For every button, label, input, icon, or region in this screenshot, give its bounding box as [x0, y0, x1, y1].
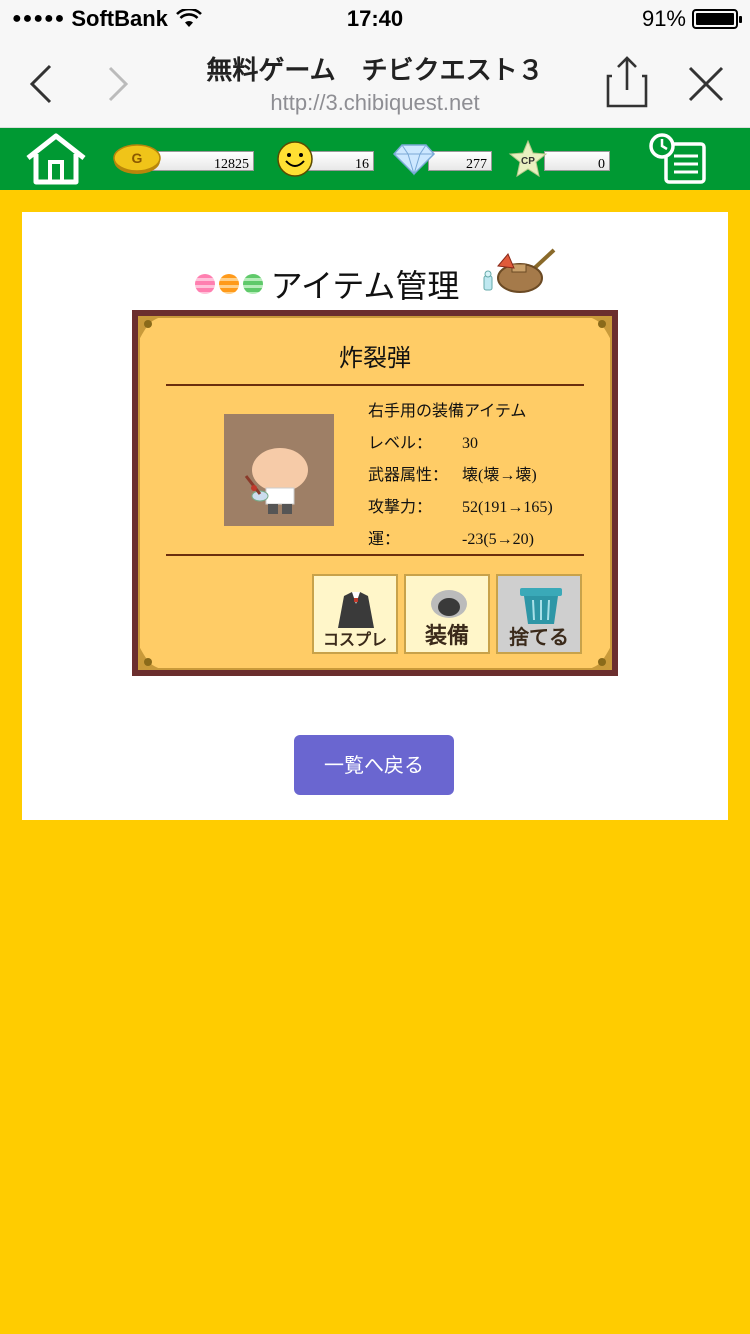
suit-icon [338, 592, 374, 628]
stat-value: 壊(壊→壊) [462, 467, 537, 484]
cosplay-button[interactable]: コスプレ [312, 574, 398, 654]
gold-coin-icon: G [113, 144, 161, 174]
stat-row-luck: 運： -23(5→20) [368, 524, 598, 556]
stat-row-attribute: 武器属性： 壊(壊→壊) [368, 460, 598, 492]
stat-label: 運： [368, 531, 401, 548]
svg-text:CP: CP [521, 156, 535, 167]
ornament-corner-icon [138, 644, 164, 670]
trash-basket-icon [520, 588, 562, 624]
browser-nav-bar: 無料ゲーム チビクエスト３ http://3.chibiquest.net [0, 40, 750, 128]
home-icon[interactable] [24, 132, 88, 186]
macaron-decoration-icon [194, 274, 263, 294]
stat-value: 52(191→165) [462, 499, 553, 516]
battery-percent: 91% [641, 6, 686, 31]
item-description: 右手用の装備アイテム [368, 403, 527, 420]
svg-text:G: G [132, 150, 143, 166]
item-bag-icon [483, 248, 556, 293]
gem-value: 277 [428, 151, 492, 172]
cosplay-label: コスプレ [322, 630, 387, 649]
schedule-list-icon[interactable] [648, 132, 708, 186]
stat-row-attack: 攻撃力： 52(191→165) [368, 492, 598, 524]
equip-icon [431, 590, 467, 618]
item-stats: 右手用の装備アイテム レベル： 30 武器属性： 壊(壊→壊) 攻撃力： 52(… [368, 396, 598, 556]
happiness-stat: 16 [276, 141, 374, 177]
stat-label: 武器属性： [368, 467, 449, 484]
gold-value: 12825 [152, 151, 254, 172]
back-to-list-button[interactable]: 一覧へ戻る [294, 735, 454, 795]
item-name: 炸裂弾 [339, 344, 411, 372]
discard-label: 捨てる [509, 625, 569, 649]
stat-value: 30 [462, 435, 478, 452]
item-card: 炸裂弾 右手用の装備アイテム レベル： 30 武器属性： 壊(壊→壊) 攻撃力：… [132, 310, 618, 676]
game-status-bar: 12825 G 16 277 0 CP [0, 128, 750, 190]
cp-stat: 0 CP [508, 140, 610, 178]
cp-star-icon: CP [508, 140, 548, 178]
divider [166, 554, 584, 556]
content-panel: アイテム管理 炸裂弾 右手用の装備アイテム レベル： 30 武器属性： 壊(壊→… [22, 212, 728, 820]
character-avatar-icon [244, 448, 308, 514]
happiness-value: 16 [306, 151, 374, 172]
battery-icon [692, 9, 742, 29]
status-bar: ●●●●● SoftBank 17:40 91% [0, 0, 750, 40]
equip-label: 装備 [424, 624, 469, 649]
share-icon[interactable] [604, 54, 650, 110]
stat-label: レベル： [368, 435, 433, 452]
heading-text: アイテム管理 [270, 267, 460, 305]
ornament-corner-icon [586, 644, 612, 670]
diamond-icon [392, 144, 436, 176]
smiley-icon [277, 141, 313, 177]
gold-stat: 12825 G [112, 142, 254, 176]
stat-label: 攻撃力： [368, 499, 433, 516]
stat-value: -23(5→20) [462, 531, 534, 548]
clock: 17:40 [346, 6, 404, 31]
stat-row-level: レベル： 30 [368, 428, 598, 460]
page-heading: アイテム管理 [22, 260, 728, 308]
gem-stat: 277 [392, 142, 492, 176]
cp-value: 0 [544, 151, 610, 172]
close-icon[interactable] [684, 60, 728, 108]
item-preview-image [224, 414, 334, 526]
equip-button[interactable]: 装備 [404, 574, 490, 654]
discard-button[interactable]: 捨てる [496, 574, 582, 654]
divider [166, 384, 584, 386]
battery-info: 91% [641, 6, 742, 32]
